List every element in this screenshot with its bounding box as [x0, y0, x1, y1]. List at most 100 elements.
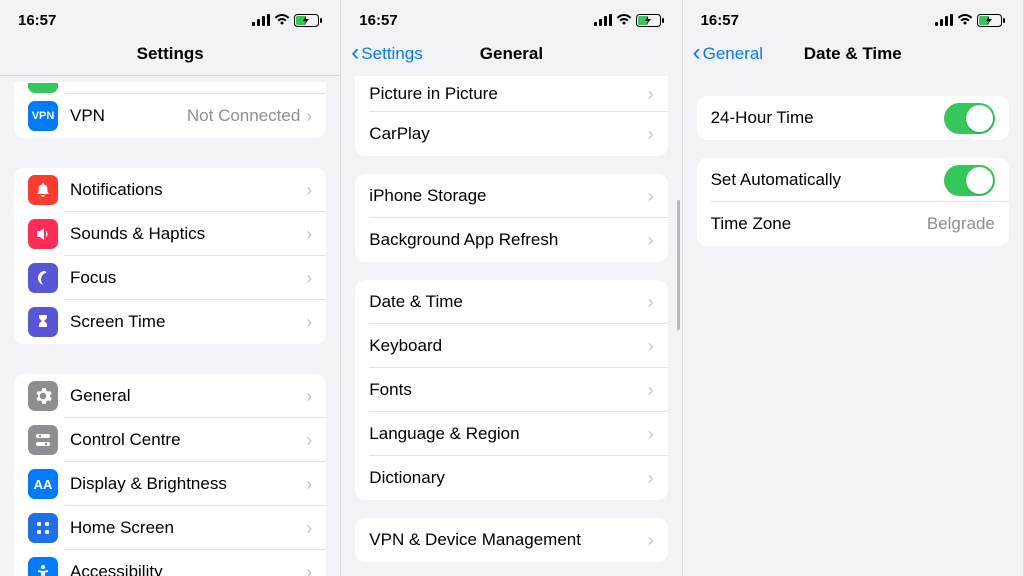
battery-icon — [294, 14, 322, 27]
moon-icon — [28, 263, 58, 293]
label: Date & Time — [369, 292, 647, 312]
back-button[interactable]: ‹ Settings — [351, 43, 422, 65]
label: Picture in Picture — [369, 84, 647, 104]
hourglass-icon — [28, 307, 58, 337]
pane-settings: 16:57 Settings VPN VPN Not Connected › N… — [0, 0, 341, 576]
group: Date & Time › Keyboard › Fonts › Languag… — [355, 280, 667, 500]
group: VPN & Device Management › — [355, 518, 667, 562]
row-focus[interactable]: Focus › — [14, 256, 326, 300]
group: 24-Hour Time — [697, 96, 1009, 140]
row-24hour: 24-Hour Time — [697, 96, 1009, 140]
detail: Not Connected — [187, 106, 300, 126]
label: Fonts — [369, 380, 647, 400]
row-keyboard[interactable]: Keyboard › — [355, 324, 667, 368]
label: VPN — [70, 106, 187, 126]
pane-general: 16:57 ‹ Settings General Picture in Pict… — [341, 0, 682, 576]
label: Time Zone — [711, 214, 927, 234]
nav-bar: ‹ General Date & Time — [683, 32, 1023, 76]
group-partial-top: VPN VPN Not Connected › — [14, 82, 326, 138]
chevron-right-icon: › — [306, 268, 312, 289]
nav-title: Date & Time — [804, 44, 902, 64]
content: Picture in Picture › CarPlay › iPhone St… — [341, 76, 681, 576]
switches-icon — [28, 425, 58, 455]
chevron-right-icon: › — [306, 224, 312, 245]
bell-icon — [28, 175, 58, 205]
status-time: 16:57 — [18, 12, 56, 29]
row-vpn[interactable]: VPN VPN Not Connected › — [14, 94, 326, 138]
row-langregion[interactable]: Language & Region › — [355, 412, 667, 456]
chevron-right-icon: › — [306, 562, 312, 576]
row-bgrefresh[interactable]: Background App Refresh › — [355, 218, 667, 262]
signal-icon — [935, 14, 953, 26]
row-setauto: Set Automatically — [697, 158, 1009, 202]
battery-icon — [977, 14, 1005, 27]
status-bar: 16:57 — [683, 0, 1023, 32]
chevron-right-icon: › — [306, 180, 312, 201]
back-label: Settings — [361, 44, 422, 64]
nav-bar: Settings — [0, 32, 340, 76]
nav-title: General — [480, 44, 543, 64]
status-right — [935, 14, 1005, 27]
label: Sounds & Haptics — [70, 224, 306, 244]
chevron-right-icon: › — [648, 186, 654, 207]
chevron-right-icon: › — [648, 530, 654, 551]
row-fonts[interactable]: Fonts › — [355, 368, 667, 412]
label: Focus — [70, 268, 306, 288]
row-screentime[interactable]: Screen Time › — [14, 300, 326, 344]
row-display[interactable]: AA Display & Brightness › — [14, 462, 326, 506]
icon-cut — [28, 83, 58, 93]
status-right — [594, 14, 664, 27]
chevron-right-icon: › — [306, 106, 312, 127]
label: 24-Hour Time — [711, 108, 944, 128]
status-right — [252, 14, 322, 27]
row-vpn-mgmt[interactable]: VPN & Device Management › — [355, 518, 667, 562]
label: Home Screen — [70, 518, 306, 538]
status-bar: 16:57 — [0, 0, 340, 32]
group-general: General › Control Centre › AA Display & … — [14, 374, 326, 576]
label: iPhone Storage — [369, 186, 647, 206]
row-general[interactable]: General › — [14, 374, 326, 418]
row-carplay[interactable]: CarPlay › — [355, 112, 667, 156]
row-accessibility[interactable]: Accessibility › — [14, 550, 326, 576]
chevron-right-icon: › — [306, 312, 312, 333]
back-button[interactable]: ‹ General — [693, 43, 763, 65]
pane-datetime: 16:57 ‹ General Date & Time 24-Hour Time… — [683, 0, 1024, 576]
row-timezone: Time Zone Belgrade — [697, 202, 1009, 246]
label: Accessibility — [70, 562, 306, 576]
chevron-right-icon: › — [306, 474, 312, 495]
row-storage[interactable]: iPhone Storage › — [355, 174, 667, 218]
row-sounds[interactable]: Sounds & Haptics › — [14, 212, 326, 256]
label: Notifications — [70, 180, 306, 200]
row-controlcentre[interactable]: Control Centre › — [14, 418, 326, 462]
row-notifications[interactable]: Notifications › — [14, 168, 326, 212]
label: Dictionary — [369, 468, 647, 488]
label: Control Centre — [70, 430, 306, 450]
toggle-24hour[interactable] — [944, 103, 995, 134]
row-pip[interactable]: Picture in Picture › — [355, 76, 667, 112]
chevron-right-icon: › — [648, 336, 654, 357]
chevron-right-icon: › — [306, 386, 312, 407]
row-homescreen[interactable]: Home Screen › — [14, 506, 326, 550]
chevron-right-icon: › — [648, 380, 654, 401]
label: VPN & Device Management — [369, 530, 647, 550]
chevron-left-icon: ‹ — [693, 41, 701, 65]
wifi-icon — [616, 14, 632, 26]
scrollbar[interactable] — [677, 200, 680, 330]
toggle-setauto[interactable] — [944, 165, 995, 196]
aa-icon: AA — [28, 469, 58, 499]
speaker-icon — [28, 219, 58, 249]
wifi-icon — [957, 14, 973, 26]
group: Set Automatically Time Zone Belgrade — [697, 158, 1009, 246]
chevron-right-icon: › — [306, 430, 312, 451]
status-bar: 16:57 — [341, 0, 681, 32]
group: iPhone Storage › Background App Refresh … — [355, 174, 667, 262]
chevron-right-icon: › — [648, 424, 654, 445]
chevron-right-icon: › — [648, 468, 654, 489]
label: Background App Refresh — [369, 230, 647, 250]
wifi-icon — [274, 14, 290, 26]
gear-icon — [28, 381, 58, 411]
status-time: 16:57 — [359, 12, 397, 29]
row-dictionary[interactable]: Dictionary › — [355, 456, 667, 500]
row-datetime[interactable]: Date & Time › — [355, 280, 667, 324]
group-notifications: Notifications › Sounds & Haptics › Focus… — [14, 168, 326, 344]
